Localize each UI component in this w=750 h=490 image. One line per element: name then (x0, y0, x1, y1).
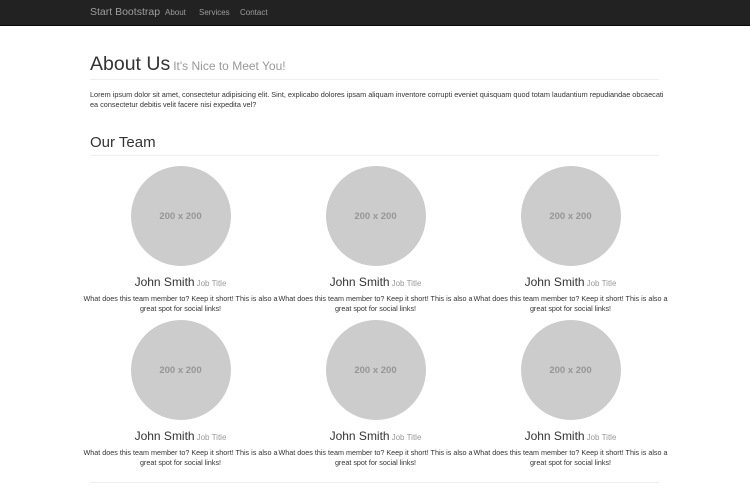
avatar-placeholder-text: 200 x 200 (354, 364, 397, 376)
nav-link-about[interactable]: About (165, 0, 186, 25)
team-member-card: 200 x 200 John Smith Job Title What does … (83, 166, 278, 316)
member-name-text: John Smith (524, 429, 585, 443)
member-name: John Smith Job Title (473, 428, 668, 446)
avatar-placeholder-text: 200 x 200 (549, 364, 592, 376)
avatar-placeholder: 200 x 200 (130, 166, 231, 266)
avatar-placeholder: 200 x 200 (130, 320, 231, 420)
avatar-placeholder: 200 x 200 (520, 320, 621, 420)
member-description: What does this team member to? Keep it s… (473, 294, 668, 313)
top-navbar: Start Bootstrap About Services Contact (0, 0, 750, 26)
intro-paragraph: Lorem ipsum dolor sit amet, consectetur … (90, 90, 664, 109)
member-name-text: John Smith (329, 429, 390, 443)
member-job-title: Job Title (391, 433, 422, 442)
member-name: John Smith Job Title (83, 428, 278, 446)
member-name-text: John Smith (524, 275, 585, 289)
page-header: About Us It's Nice to Meet You! (90, 52, 659, 80)
member-name: John Smith Job Title (83, 274, 278, 292)
team-title: Our Team (90, 134, 156, 151)
member-job-title: Job Title (196, 433, 227, 442)
nav-link-contact[interactable]: Contact (240, 0, 268, 25)
member-job-title: Job Title (196, 279, 227, 288)
member-name: John Smith Job Title (473, 274, 668, 292)
team-section-header: Our Team (90, 133, 659, 156)
member-name-text: John Smith (329, 275, 390, 289)
member-description: What does this team member to? Keep it s… (473, 448, 668, 467)
avatar-placeholder: 200 x 200 (520, 166, 621, 266)
member-name-text: John Smith (134, 275, 195, 289)
avatar-placeholder-text: 200 x 200 (159, 364, 202, 376)
team-member-card: 200 x 200 John Smith Job Title What does … (473, 320, 668, 470)
member-description: What does this team member to? Keep it s… (278, 448, 473, 467)
member-name: John Smith Job Title (278, 274, 473, 292)
member-job-title: Job Title (391, 279, 422, 288)
team-member-card: 200 x 200 John Smith Job Title What does … (83, 320, 278, 470)
navbar-brand[interactable]: Start Bootstrap (90, 0, 160, 25)
team-member-card: 200 x 200 John Smith Job Title What does … (278, 166, 473, 316)
avatar-placeholder-text: 200 x 200 (159, 210, 202, 222)
member-description: What does this team member to? Keep it s… (83, 448, 278, 467)
avatar-placeholder: 200 x 200 (325, 320, 426, 420)
team-member-card: 200 x 200 John Smith Job Title What does … (473, 166, 668, 316)
avatar-placeholder-text: 200 x 200 (354, 210, 397, 222)
member-description: What does this team member to? Keep it s… (278, 294, 473, 313)
page-title: About Us It's Nice to Meet You! (90, 52, 286, 78)
avatar-placeholder: 200 x 200 (325, 166, 426, 266)
footer-divider (90, 482, 659, 483)
team-member-card: 200 x 200 John Smith Job Title What does … (278, 320, 473, 470)
page-title-text: About Us (90, 53, 171, 75)
page-subtitle: It's Nice to Meet You! (173, 59, 286, 73)
member-name-text: John Smith (134, 429, 195, 443)
member-job-title: Job Title (586, 433, 617, 442)
member-description: What does this team member to? Keep it s… (83, 294, 278, 313)
member-job-title: Job Title (586, 279, 617, 288)
member-name: John Smith Job Title (278, 428, 473, 446)
nav-link-services[interactable]: Services (199, 0, 230, 25)
avatar-placeholder-text: 200 x 200 (549, 210, 592, 222)
